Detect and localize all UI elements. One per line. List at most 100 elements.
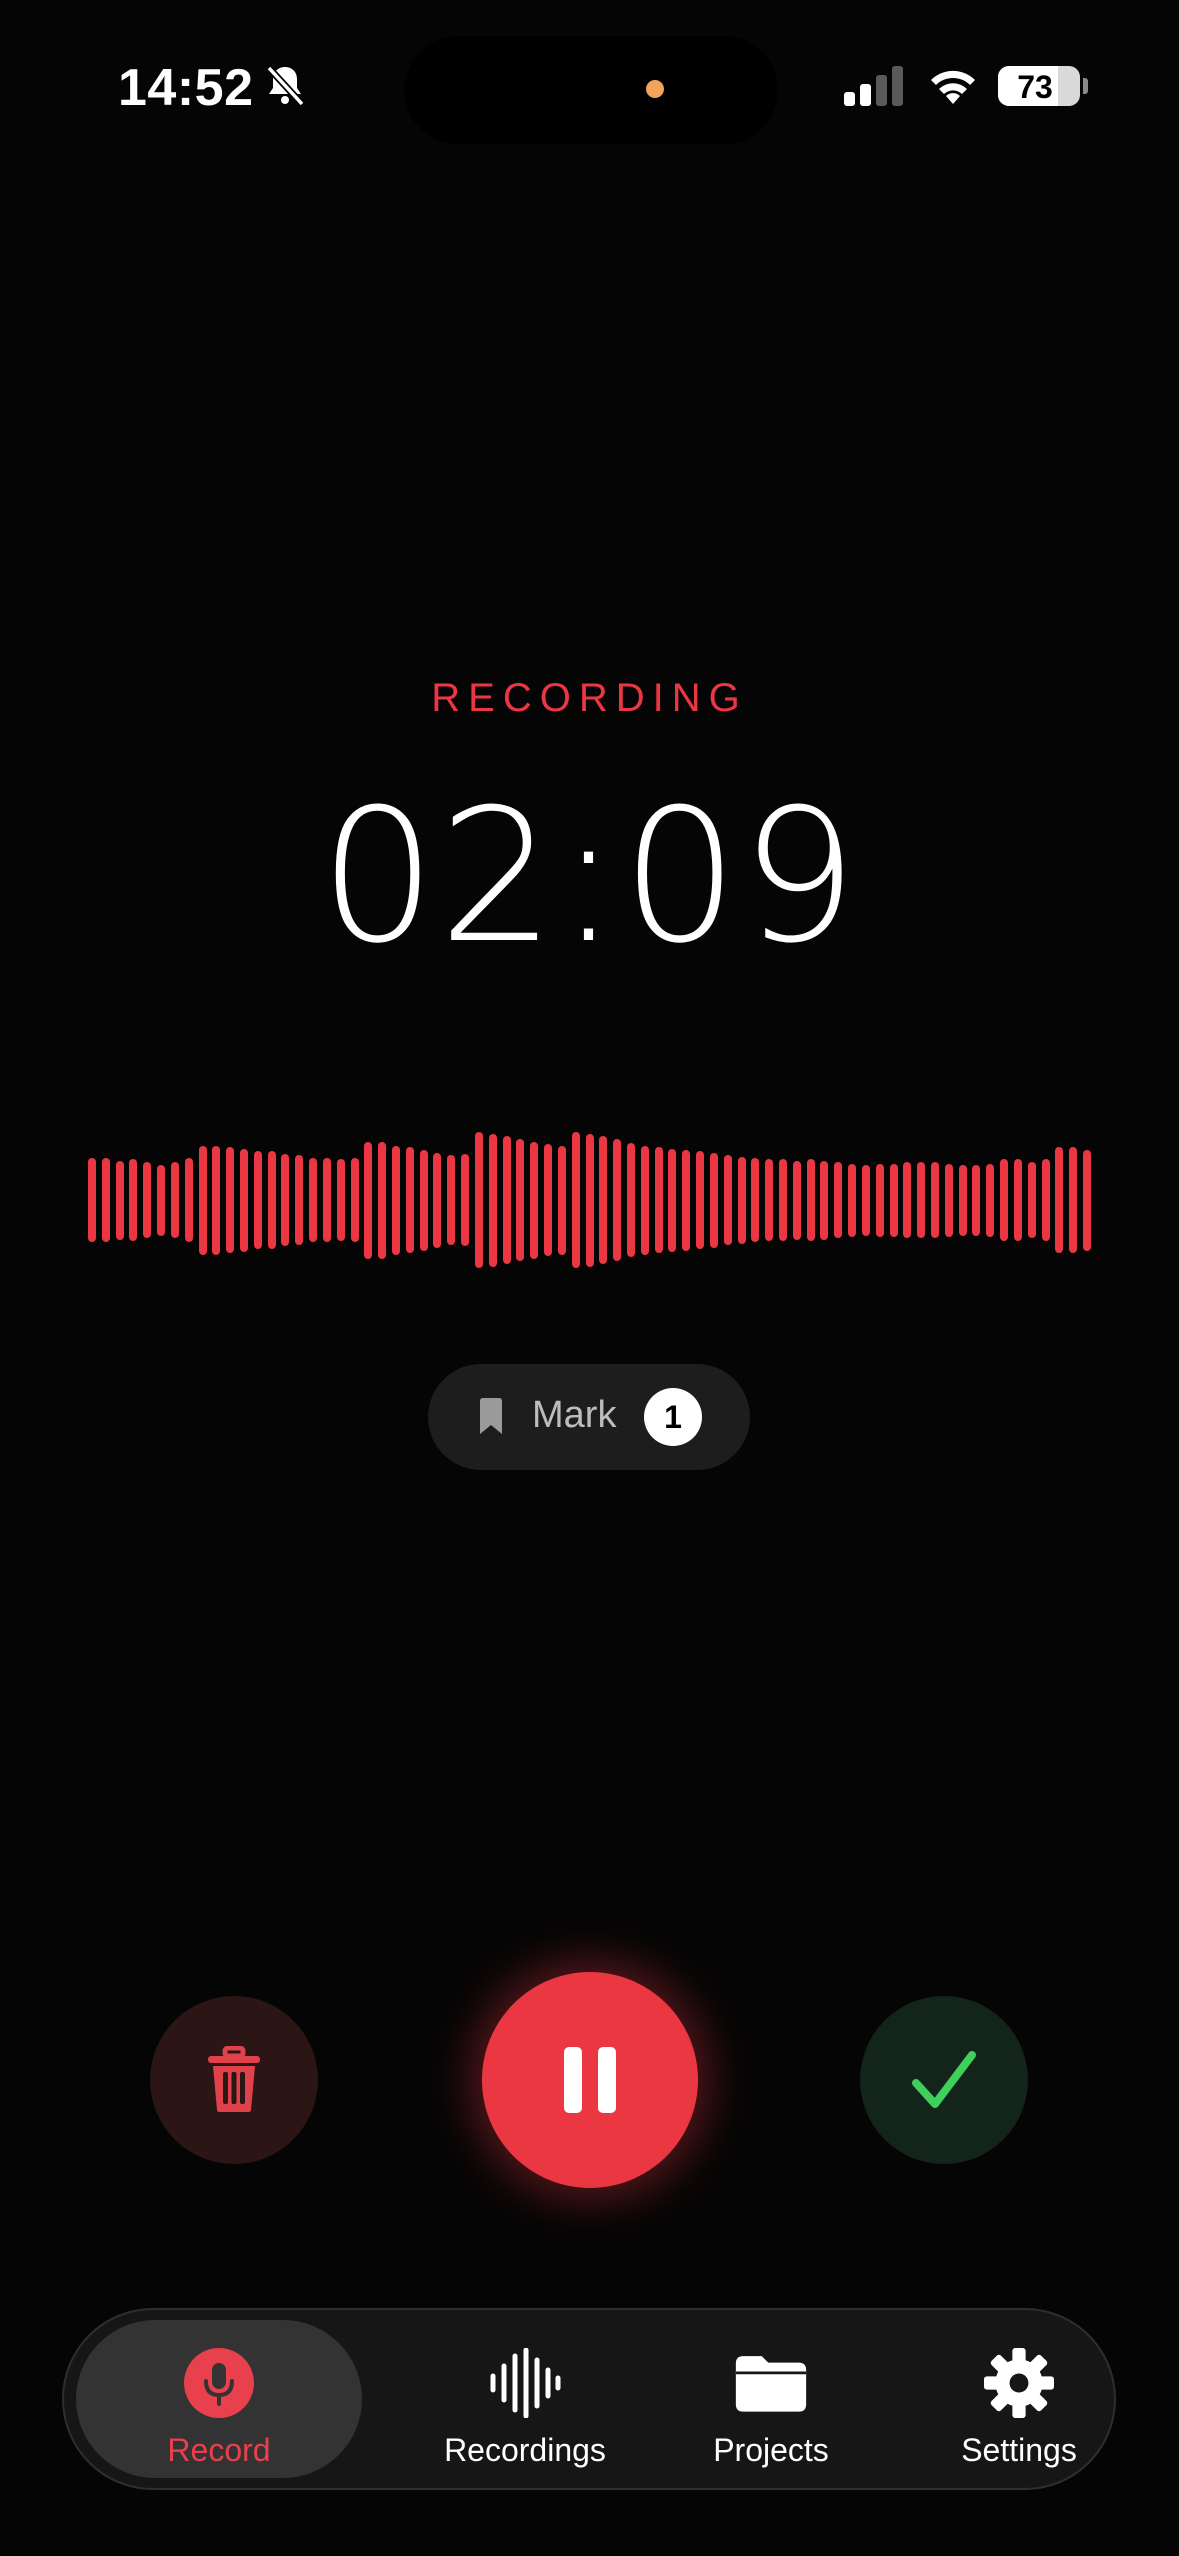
waveform-bar: [544, 1144, 552, 1256]
tab-recordings[interactable]: Recordings: [382, 2320, 668, 2478]
waveform-bar: [503, 1136, 511, 1264]
dynamic-island: [404, 36, 778, 144]
tab-record-label: Record: [167, 2432, 271, 2468]
waveform-bar: [945, 1164, 953, 1237]
waveform-bar: [420, 1150, 428, 1251]
waveform-bar: [627, 1143, 635, 1257]
gear-icon: [984, 2348, 1054, 2418]
pause-icon: [564, 2047, 616, 2113]
waveform-bar: [295, 1155, 303, 1245]
battery-percentage: 73: [1017, 69, 1053, 105]
waveform-bar: [447, 1155, 455, 1245]
waveform-bar: [281, 1154, 289, 1246]
waveform-bar: [1055, 1147, 1063, 1253]
waveform-bar: [848, 1164, 856, 1237]
waveform-bar: [392, 1146, 400, 1255]
waveform-bar: [254, 1151, 262, 1249]
waveform-bar: [406, 1147, 414, 1253]
waveform-bar: [475, 1132, 483, 1268]
waveform-bar: [364, 1142, 372, 1259]
waveform-bar: [489, 1134, 497, 1267]
waveform-bar: [903, 1162, 911, 1238]
tab-record[interactable]: Record: [76, 2320, 362, 2478]
waveform-bar: [1042, 1159, 1050, 1241]
waveform-bar: [696, 1151, 704, 1249]
waveform-bar: [862, 1165, 870, 1236]
waveform-bar: [212, 1146, 220, 1255]
tab-settings[interactable]: Settings: [876, 2320, 1162, 2478]
waveform-bar: [668, 1149, 676, 1252]
elapsed-time-value: 02:09: [319, 770, 860, 984]
tab-bar: Record Recordings Projects Settings: [62, 2308, 1116, 2490]
trash-icon: [208, 2046, 260, 2112]
microphone-icon: [184, 2348, 254, 2418]
elapsed-time: 02:09: [0, 770, 1179, 984]
waveform-bar: [641, 1146, 649, 1255]
waveform-bar: [710, 1153, 718, 1248]
waveform-bar: [599, 1136, 607, 1264]
waveform-bar: [655, 1147, 663, 1253]
tab-recordings-label: Recordings: [444, 2432, 606, 2468]
waveform-bar: [199, 1146, 207, 1255]
waveform-bar: [751, 1158, 759, 1242]
waveform-bar: [738, 1157, 746, 1244]
waveform-bar: [558, 1146, 566, 1255]
battery-cap: [1083, 78, 1088, 94]
waveform-bar: [1014, 1159, 1022, 1241]
waveform-bar: [240, 1149, 248, 1252]
waveform-bar: [724, 1155, 732, 1245]
waveform-bar: [820, 1161, 828, 1240]
waveform-bar: [613, 1139, 621, 1261]
waveform-bar: [959, 1165, 967, 1236]
waveform-bar: [337, 1159, 345, 1241]
waveform-bar: [461, 1154, 469, 1246]
tab-projects-label: Projects: [713, 2432, 829, 2468]
waveform-bar: [433, 1153, 441, 1248]
battery-icon: 73: [998, 66, 1080, 106]
status-time: 14:52: [118, 59, 254, 117]
waveform-icon: [490, 2348, 561, 2418]
waveform-bar: [309, 1158, 317, 1242]
pause-button[interactable]: [482, 1972, 698, 2188]
cellular-signal-icon: [844, 66, 903, 106]
live-waveform: [88, 1132, 1091, 1268]
bookmark-icon: [480, 1398, 502, 1434]
tab-settings-label: Settings: [961, 2432, 1077, 2468]
camera-indicator-dot: [646, 80, 664, 98]
mark-count-badge: 1: [644, 1388, 702, 1446]
waveform-bar: [143, 1162, 151, 1238]
waveform-bar: [876, 1164, 884, 1237]
wifi-icon: [931, 70, 975, 104]
waveform-bar: [917, 1162, 925, 1238]
waveform-bar: [129, 1159, 137, 1241]
waveform-bar: [834, 1162, 842, 1238]
delete-recording-button[interactable]: [150, 1996, 318, 2164]
waveform-bar: [986, 1164, 994, 1237]
waveform-bar: [351, 1158, 359, 1242]
waveform-bar: [972, 1165, 980, 1236]
waveform-bar: [323, 1158, 331, 1242]
waveform-bar: [586, 1134, 594, 1267]
waveform-bar: [157, 1165, 165, 1236]
waveform-bar: [116, 1161, 124, 1240]
waveform-bar: [516, 1139, 524, 1261]
waveform-bar: [88, 1158, 96, 1242]
waveform-bar: [931, 1162, 939, 1238]
waveform-bar: [1083, 1150, 1091, 1251]
finish-recording-button[interactable]: [860, 1996, 1028, 2164]
waveform-bar: [682, 1150, 690, 1251]
tab-projects[interactable]: Projects: [628, 2320, 914, 2478]
mark-label: Mark: [532, 1394, 617, 1436]
waveform-bar: [102, 1158, 110, 1242]
mark-button[interactable]: Mark 1: [428, 1364, 750, 1470]
waveform-bar: [185, 1158, 193, 1242]
waveform-bar: [765, 1159, 773, 1241]
waveform-bar: [171, 1162, 179, 1238]
waveform-bar: [226, 1147, 234, 1253]
waveform-bar: [268, 1151, 276, 1249]
waveform-bar: [572, 1132, 580, 1268]
folder-icon: [735, 2356, 807, 2412]
bell-slash-icon: [266, 65, 305, 107]
waveform-bar: [890, 1164, 898, 1237]
waveform-bar: [779, 1159, 787, 1241]
